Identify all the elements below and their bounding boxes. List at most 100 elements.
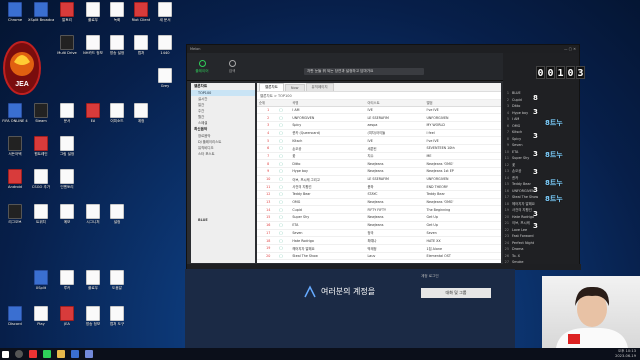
start-icon[interactable] bbox=[2, 350, 9, 358]
rank-cell: 7 bbox=[257, 152, 278, 161]
list-tab[interactable]: 뮤직페이지 bbox=[305, 83, 334, 91]
checkbox-cell[interactable]: □ bbox=[277, 136, 291, 145]
checkbox-cell[interactable]: □ bbox=[277, 152, 291, 161]
desktop-icon[interactable]: 플로우 bbox=[80, 270, 106, 300]
table-row[interactable]: 9 □ Hype boy NewJeans NewJeans 1st EP bbox=[257, 167, 501, 176]
search-input[interactable]: 자판 눈들 뭐 되는 당연과 설정하고 담마가요 bbox=[304, 68, 424, 75]
checkbox-cell[interactable]: □ bbox=[277, 198, 291, 207]
table-row[interactable]: 1 □ I AM IVE I've IVE bbox=[257, 106, 501, 115]
desktop-icon[interactable]: 인벤토리 bbox=[54, 169, 80, 199]
table-row[interactable]: 20 □ Steal The Show Lauv Elemental OST bbox=[257, 252, 501, 261]
table-row[interactable]: 19 □ 헤어지자 말해요 박재정 1집 Alone bbox=[257, 244, 501, 253]
desktop-icon[interactable]: XSplit bbox=[28, 270, 54, 300]
chrome-taskbar-icon[interactable] bbox=[29, 350, 37, 358]
desktop-icon[interactable]: JEA bbox=[54, 306, 80, 336]
desktop-icon[interactable]: 알토리 bbox=[54, 2, 80, 32]
table-row[interactable]: 6 □ 손오공 세븐틴 SEVENTEEN 10th bbox=[257, 144, 501, 153]
desktop-icon[interactable]: Chrome bbox=[2, 2, 28, 32]
desktop-icon[interactable]: 1440 bbox=[152, 35, 178, 65]
checkbox-cell[interactable]: □ bbox=[277, 167, 291, 176]
checkbox-cell[interactable]: □ bbox=[277, 129, 291, 138]
checkbox-cell[interactable]: □ bbox=[277, 106, 291, 115]
list-tab[interactable]: Now bbox=[284, 84, 305, 91]
desktop-icon[interactable]: Grey bbox=[152, 68, 178, 98]
desktop-icon[interactable]: Play bbox=[28, 306, 54, 336]
table-row[interactable]: 5 □ Kitsch IVE I've IVE bbox=[257, 136, 501, 145]
desktop-icon[interactable]: 설정 bbox=[104, 204, 130, 234]
desktop-icon[interactable]: 새 문서 bbox=[152, 2, 178, 32]
desktop-icon[interactable]: Multi Drive bbox=[54, 35, 80, 65]
discord-taskbar-icon[interactable] bbox=[85, 350, 93, 358]
desktop-icon[interactable]: 서든어택 bbox=[2, 136, 28, 166]
checkbox-cell[interactable]: □ bbox=[277, 182, 291, 192]
table-row[interactable]: 12 □ Teddy Bear STAYC Teddy Bear bbox=[257, 190, 501, 199]
xsplit-taskbar-icon[interactable] bbox=[71, 350, 79, 358]
table-row[interactable]: 10 □ 이브, 프시케 그리고 LE SSERAFIM UNFORGIVEN bbox=[257, 175, 501, 184]
desktop-icon[interactable]: Discord bbox=[2, 306, 28, 336]
desktop-icon[interactable]: EA bbox=[80, 103, 106, 133]
desktop-icon[interactable]: 이피소드 bbox=[104, 103, 130, 133]
login-button[interactable]: 대화 및 그룹 bbox=[421, 288, 491, 298]
list-tab[interactable]: 멜론차트 bbox=[259, 83, 284, 91]
album-cell: HATE XX bbox=[424, 236, 501, 245]
checkbox-cell[interactable]: □ bbox=[277, 113, 291, 122]
checkbox-cell[interactable]: □ bbox=[277, 252, 291, 261]
checkbox-cell[interactable]: □ bbox=[277, 213, 291, 222]
desktop-icon[interactable]: 방송 설정 bbox=[104, 35, 130, 65]
desktop-icon[interactable]: Riot Client bbox=[128, 2, 154, 32]
checkbox-cell[interactable]: □ bbox=[277, 205, 291, 215]
table-row[interactable]: 13 □ OMG NewJeans NewJeans 'OMG' bbox=[257, 198, 501, 207]
system-tray[interactable]: 오후 10:13 2023-06-19 bbox=[615, 349, 636, 358]
desktop-icon[interactable]: 녹화 bbox=[104, 2, 130, 32]
checkbox-cell[interactable]: □ bbox=[277, 144, 291, 153]
table-row[interactable]: 16 □ ETA NewJeans Get Up bbox=[257, 221, 501, 230]
table-row[interactable]: 17 □ Seven 정국 Seven bbox=[257, 229, 501, 238]
explorer-taskbar-icon[interactable] bbox=[57, 350, 65, 358]
checkbox-cell[interactable]: □ bbox=[277, 175, 291, 184]
checkbox-cell[interactable]: □ bbox=[277, 159, 291, 168]
desktop-icon[interactable]: NH카드 정보 bbox=[80, 35, 106, 65]
sidebar-item[interactable]: 스타 포스트 bbox=[191, 151, 255, 157]
overlay-badge: 8트누 bbox=[545, 151, 563, 159]
desktop-icon[interactable]: 원트레인 bbox=[28, 136, 54, 166]
checkbox-cell[interactable]: □ bbox=[277, 221, 291, 230]
desktop-icon[interactable]: 그림 설정 bbox=[54, 136, 80, 166]
desktop-icon[interactable]: 계정 bbox=[128, 103, 154, 133]
table-row[interactable]: 7 □ 꽃 지수 ME bbox=[257, 152, 501, 161]
melon-taskbar-icon[interactable] bbox=[43, 350, 51, 358]
desktop-icon[interactable]: 플로우 bbox=[80, 2, 106, 32]
tab-search[interactable]: 검색 bbox=[217, 54, 247, 80]
playlist-row[interactable]: 27 Smoke bbox=[504, 259, 576, 266]
table-row[interactable]: 11 □ 사건의 지평선 윤하 END THEORY bbox=[257, 182, 501, 192]
desktop-icon[interactable]: Steam bbox=[28, 103, 54, 133]
desktop-icon[interactable]: 도움말 bbox=[104, 270, 130, 300]
desktop-icon[interactable]: 트위치 bbox=[28, 204, 54, 234]
desktop-icon[interactable]: 루카 bbox=[54, 270, 80, 300]
checkbox-cell[interactable]: □ bbox=[277, 244, 291, 253]
desktop-icon[interactable]: Android bbox=[2, 169, 28, 199]
desktop-icon[interactable]: CSGO 추가 bbox=[28, 169, 54, 199]
table-row[interactable]: 2 □ UNFORGIVEN LE SSERAFIM UNFORGIVEN bbox=[257, 113, 501, 122]
checkbox-cell[interactable]: □ bbox=[277, 121, 291, 130]
table-row[interactable]: 4 □ 퀸카 (Queencard) (여자)아이들 I feel bbox=[257, 129, 501, 138]
desktop-icon[interactable]: XSplit Broadcaster bbox=[28, 2, 54, 32]
desktop-icon[interactable]: FIFA ONLINE 4 bbox=[2, 103, 28, 133]
desktop-icon[interactable]: 문서 bbox=[54, 103, 80, 133]
table-row[interactable]: 18 □ Hate Rodrigo 최예나 HATE XX bbox=[257, 236, 501, 245]
checkbox-cell[interactable]: □ bbox=[277, 229, 291, 238]
table-row[interactable]: 14 □ Cupid FIFTY FIFTY The Beginning bbox=[257, 205, 501, 215]
desktop-icon[interactable]: 리그오브 bbox=[2, 204, 28, 234]
desktop-icon[interactable]: 캡처 bbox=[128, 35, 154, 65]
desktop-icon[interactable]: 캡처 도구 bbox=[104, 306, 130, 336]
table-row[interactable]: 8 □ Ditto NewJeans NewJeans 'OMG' bbox=[257, 159, 501, 168]
tab-player[interactable]: 플레이어 bbox=[187, 54, 217, 80]
checkbox-cell[interactable]: □ bbox=[277, 236, 291, 245]
checkbox-cell[interactable]: □ bbox=[277, 190, 291, 199]
table-row[interactable]: 3 □ Spicy aespa MY WORLD bbox=[257, 121, 501, 130]
desktop-icon[interactable]: 방송 정보 bbox=[80, 306, 106, 336]
desktop-icon[interactable]: 시그니처 bbox=[80, 204, 106, 234]
window-controls[interactable]: — ▢ ✕ bbox=[564, 47, 576, 51]
search-icon[interactable] bbox=[15, 350, 23, 358]
table-row[interactable]: 15 □ Super Shy NewJeans Get Up bbox=[257, 213, 501, 222]
desktop-icon[interactable]: 메모 bbox=[54, 204, 80, 234]
